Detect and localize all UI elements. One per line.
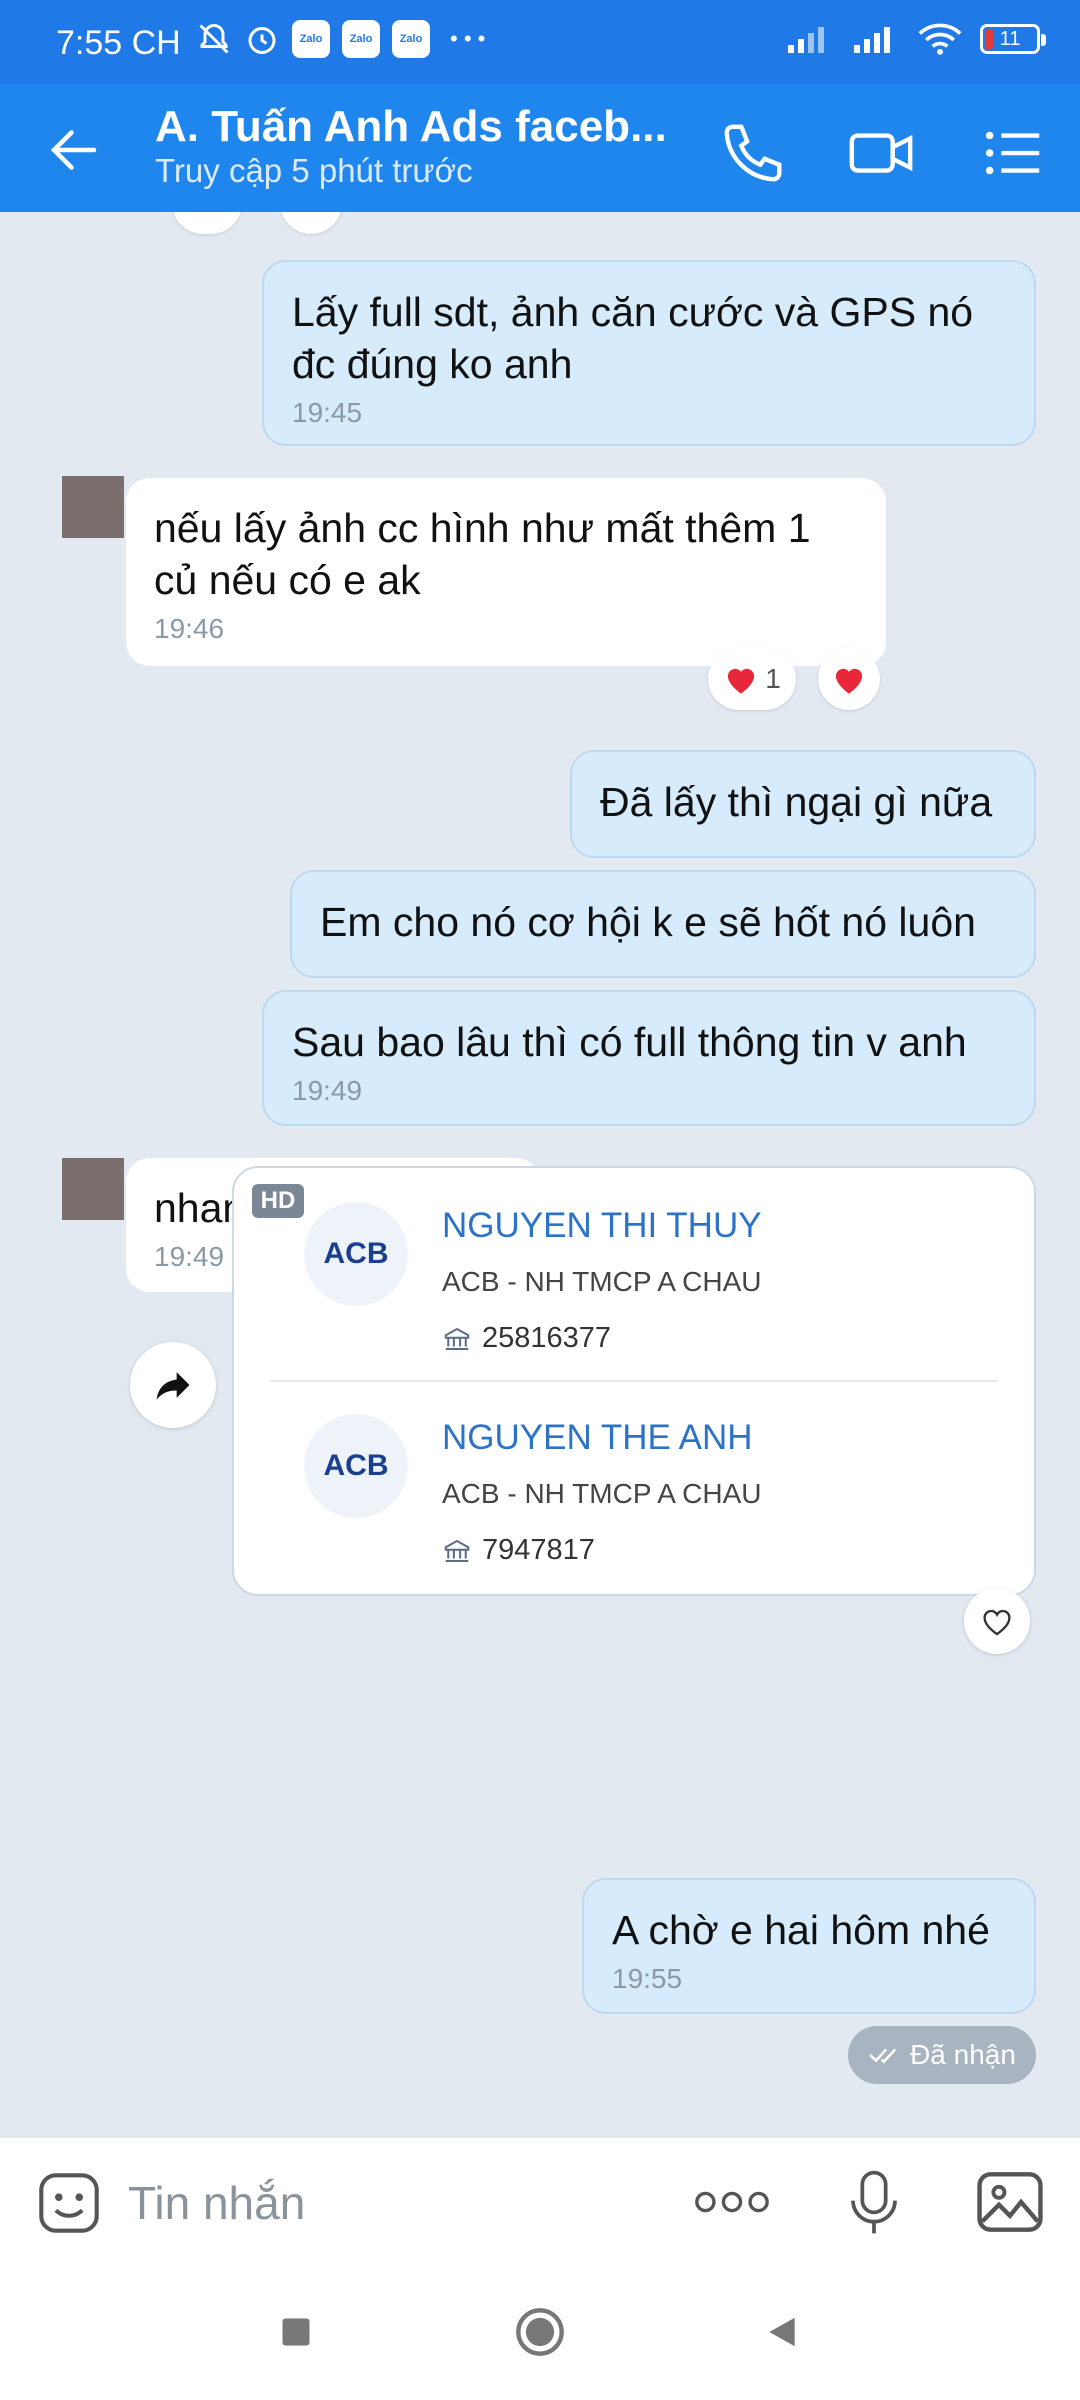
menu-list-icon[interactable]	[978, 118, 1048, 188]
share-arrow-icon	[156, 1372, 190, 1400]
recents-button[interactable]	[266, 2302, 326, 2362]
message-text: nếu lấy ảnh cc hình như mất thêm 1 củ nế…	[154, 505, 811, 603]
heart-outline-icon	[983, 1609, 1011, 1636]
sticker-icon[interactable]	[34, 2168, 104, 2238]
chat-header: A. Tuấn Anh Ads faceb... Truy cập 5 phút…	[0, 84, 1080, 212]
microphone-icon[interactable]	[846, 2166, 902, 2240]
message-text: Em cho nó cơ hội k e sẽ hốt nó luôn	[320, 899, 976, 945]
message-bubble-outgoing[interactable]: Sau bao lâu thì có full thông tin v anh …	[262, 990, 1036, 1126]
received-label: Đã nhận	[910, 2039, 1016, 2070]
contact-name[interactable]: A. Tuấn Anh Ads faceb...	[155, 102, 667, 152]
last-seen-status: Truy cập 5 phút trước	[155, 152, 473, 189]
account-number[interactable]: 25816377	[482, 1322, 611, 1355]
bank-account-item[interactable]: ACB NGUYEN THE ANH ACB - NH TMCP A CHAU …	[270, 1380, 998, 1590]
message-time: 19:55	[612, 1963, 683, 1994]
signal-icon	[788, 27, 824, 53]
message-text: Sau bao lâu thì có full thông tin v anh	[292, 1019, 967, 1065]
zalo-notification-icon: Zalo	[342, 20, 380, 58]
video-call-icon[interactable]	[846, 118, 916, 188]
react-button[interactable]	[964, 1588, 1030, 1654]
image-gallery-icon[interactable]	[974, 2168, 1046, 2236]
account-holder-name: NGUYEN THI THUY	[442, 1206, 762, 1245]
react-heart-button[interactable]	[818, 648, 880, 710]
bank-account-item[interactable]: ACB NGUYEN THI THUY ACB - NH TMCP A CHAU…	[270, 1168, 998, 1378]
square-icon	[282, 2318, 310, 2346]
phone-icon[interactable]	[718, 118, 788, 188]
received-status: Đã nhận	[848, 2026, 1036, 2084]
message-bubble-outgoing[interactable]: Em cho nó cơ hội k e sẽ hốt nó luôn	[290, 870, 1036, 978]
alarm-icon	[248, 27, 276, 54]
back-arrow-icon[interactable]	[44, 120, 104, 180]
more-options-icon[interactable]	[694, 2184, 770, 2220]
zalo-notification-icon: Zalo	[292, 20, 330, 58]
message-input-bar	[0, 2136, 1080, 2266]
message-text: Đã lấy thì ngại gì nữa	[600, 779, 993, 825]
message-bubble-outgoing[interactable]: Đã lấy thì ngại gì nữa	[570, 750, 1036, 858]
message-bubble-incoming[interactable]: nếu lấy ảnh cc hình như mất thêm 1 củ nế…	[126, 478, 886, 666]
account-holder-name: NGUYEN THE ANH	[442, 1418, 753, 1457]
acb-logo: ACB	[304, 1202, 408, 1306]
message-bubble-outgoing[interactable]: Lấy full sdt, ảnh căn cước và GPS nó đc …	[262, 260, 1036, 446]
bank-building-icon	[444, 1327, 470, 1350]
bank-account-card[interactable]: HD ACB NGUYEN THI THUY ACB - NH TMCP A C…	[232, 1166, 1036, 1596]
status-notification-icons: Zalo Zalo Zalo • • •	[196, 20, 485, 58]
message-input[interactable]	[126, 2164, 650, 2242]
wifi-icon	[918, 23, 962, 55]
battery-level: 11	[999, 27, 1021, 50]
bank-name: ACB - NH TMCP A CHAU	[442, 1266, 762, 1297]
reaction-badge[interactable]	[280, 212, 342, 234]
message-time: 19:46	[154, 613, 225, 644]
battery-icon: 11	[980, 24, 1046, 54]
reaction-badge[interactable]	[172, 212, 242, 234]
message-bubble-outgoing[interactable]: A chờ e hai hôm nhé 19:55	[582, 1878, 1036, 2014]
bank-name: ACB - NH TMCP A CHAU	[442, 1478, 762, 1509]
message-time: 19:49	[292, 1075, 363, 1106]
double-check-icon	[869, 2048, 897, 2064]
zalo-notification-icon: Zalo	[392, 20, 430, 58]
bank-building-icon	[444, 1539, 470, 1562]
status-time: 7:55 CH	[56, 24, 181, 62]
system-navigation-bar	[0, 2264, 1080, 2400]
acb-logo: ACB	[304, 1414, 408, 1518]
triangle-back-icon	[769, 2317, 795, 2347]
avatar[interactable]	[62, 1158, 124, 1220]
reaction-count: 1	[765, 663, 781, 694]
account-number[interactable]: 7947817	[482, 1534, 595, 1567]
message-text: A chờ e hai hôm nhé	[612, 1907, 990, 1953]
heart-icon	[835, 668, 863, 694]
more-notifications-icon: • • •	[450, 26, 486, 51]
avatar[interactable]	[62, 476, 124, 538]
status-bar: 7:55 CH Zalo Zalo Zalo • • • 11	[0, 0, 1080, 84]
signal-icon	[854, 27, 890, 53]
status-system-icons: 11	[786, 22, 1046, 56]
bell-muted-icon	[199, 23, 229, 54]
reaction-count-badge[interactable]: 1	[708, 648, 796, 710]
message-text: Lấy full sdt, ảnh căn cước và GPS nó đc …	[292, 289, 974, 387]
heart-icon	[728, 668, 755, 694]
message-time: 19:45	[292, 397, 363, 428]
home-button[interactable]	[510, 2302, 570, 2362]
circle-icon	[516, 2308, 564, 2356]
share-button[interactable]	[130, 1342, 216, 1428]
back-button[interactable]	[752, 2302, 812, 2362]
